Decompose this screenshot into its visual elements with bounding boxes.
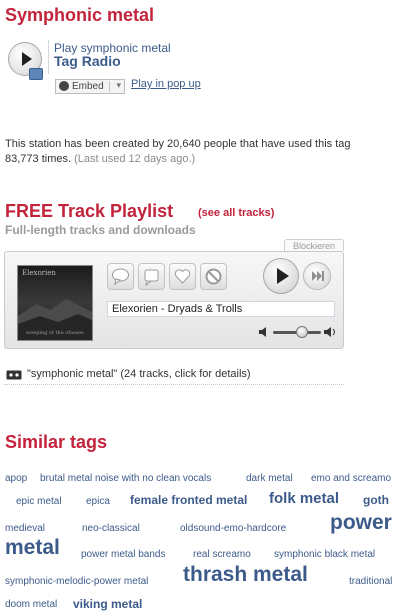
embed-icon [59, 81, 69, 91]
see-all-tracks-link[interactable]: (see all tracks) [198, 207, 274, 219]
tag-link[interactable]: medieval [5, 523, 45, 534]
album-art-landscape [18, 299, 92, 340]
heart-icon [174, 269, 191, 284]
tag-link[interactable]: power metal bands [81, 549, 166, 560]
track-player: Elexorien weeping of the ofasses Elexori… [4, 251, 344, 349]
playlist-play-button[interactable] [263, 258, 299, 294]
tag-link[interactable]: goth [363, 493, 389, 507]
tag-link[interactable]: doom metal [5, 599, 57, 610]
station-stats-last-used: (Last used 12 days ago.) [74, 153, 196, 165]
tag-link[interactable]: metal [5, 536, 60, 560]
play-icon [277, 268, 289, 284]
tag-link[interactable]: female fronted metal [130, 493, 247, 507]
ban-button[interactable] [200, 263, 227, 290]
volume-high-icon[interactable] [323, 326, 337, 338]
chevron-down-icon: ▾ [116, 80, 121, 90]
album-art-caption: Elexorien [22, 269, 56, 277]
embed-label: Embed [72, 81, 104, 92]
radio-badge-icon [29, 68, 43, 80]
tag-link[interactable]: apop [5, 473, 27, 484]
station-stats-line1: This station has been created by 20,640 … [5, 138, 351, 150]
tag-link[interactable]: folk metal [269, 490, 339, 507]
playlist-title: FREE Track Playlist [5, 201, 174, 221]
skip-icon [312, 271, 324, 281]
tag-link[interactable]: power [330, 511, 392, 535]
cassette-icon [6, 370, 22, 380]
summary-divider [4, 384, 344, 385]
speech-bubble-icon [112, 268, 129, 286]
radio-title-link[interactable]: Tag Radio [54, 53, 121, 69]
tag-link[interactable]: symphonic-melodic-power metal [5, 576, 148, 587]
playlist-summary-link[interactable]: "symphonic metal" (24 tracks, click for … [27, 368, 251, 380]
skip-button[interactable] [303, 262, 331, 290]
station-stats-count: 83,773 times. [5, 153, 72, 165]
tag-link[interactable]: thrash metal [183, 563, 308, 587]
embed-separator [109, 81, 110, 92]
album-art[interactable]: Elexorien weeping of the ofasses [17, 265, 93, 341]
shout-button[interactable] [107, 263, 134, 290]
tag-link[interactable]: oldsound-emo-hardcore [180, 523, 286, 534]
love-button[interactable] [169, 263, 196, 290]
tag-link[interactable]: symphonic black metal [274, 549, 375, 560]
tag-link[interactable]: epic metal [16, 496, 62, 507]
tag-link[interactable]: epica [86, 496, 110, 507]
now-playing-track: Elexorien - Dryads & Trolls [107, 301, 335, 317]
playlist-subtitle: Full-length tracks and downloads [5, 223, 196, 237]
tag-link[interactable]: neo-classical [82, 523, 140, 534]
tag-link[interactable]: emo and screamo [311, 473, 391, 484]
volume-low-icon[interactable] [258, 326, 272, 338]
tag-icon [144, 269, 159, 287]
tag-link[interactable]: dark metal [246, 473, 293, 484]
ban-icon [205, 268, 222, 285]
tag-link[interactable]: traditional [349, 576, 392, 587]
page-title: Symphonic metal [5, 5, 155, 25]
tag-link[interactable]: viking metal [73, 597, 142, 611]
volume-slider-handle[interactable] [295, 326, 308, 338]
tag-link[interactable]: real screamo [193, 549, 251, 560]
similar-tags-title: Similar tags [5, 432, 108, 452]
tag-link[interactable]: brutal metal noise with no clean vocals [40, 473, 211, 484]
embed-dropdown[interactable]: Embed ▾ [55, 79, 125, 94]
block-button[interactable]: Blockieren [284, 239, 344, 251]
play-in-popup-link[interactable]: Play in pop up [131, 78, 201, 90]
radio-divider [48, 40, 49, 74]
tag-button[interactable] [138, 263, 165, 290]
album-art-subcaption: weeping of the ofasses [26, 330, 84, 336]
